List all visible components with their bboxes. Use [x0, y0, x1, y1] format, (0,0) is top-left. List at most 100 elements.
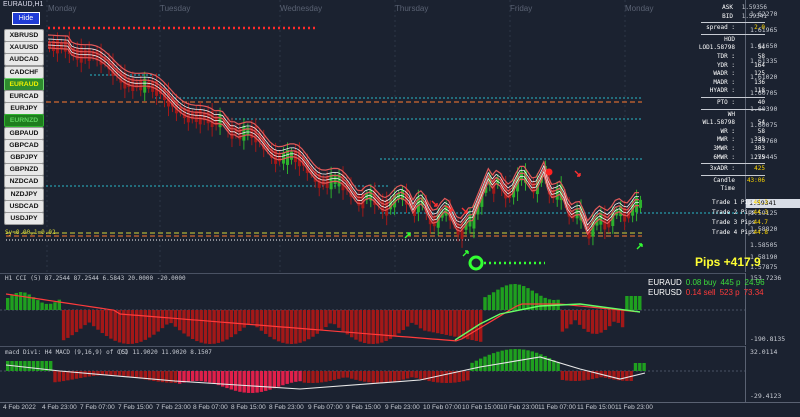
- symbol-button-gbpaud[interactable]: GBPAUD: [4, 126, 44, 140]
- symbol-button-xbrusd[interactable]: XBRUSD: [4, 29, 44, 42]
- info-key: TDR :: [716, 52, 735, 60]
- strength-pair: EURAUD: [648, 278, 682, 287]
- trade-label: Trade 2 Pips: [712, 209, 756, 216]
- macd-bar: [281, 371, 285, 386]
- symbol-button-gbpnzd[interactable]: GBPNZD: [4, 163, 44, 177]
- symbol-button-gbpjpy[interactable]: GBPJPY: [4, 151, 44, 164]
- candle-body: [151, 80, 155, 92]
- info-row-range: TDR : 58: [697, 53, 769, 62]
- symbol-button-audcad[interactable]: AUDCAD: [4, 53, 44, 67]
- candle-body: [639, 199, 643, 208]
- macd-bar: [264, 371, 268, 391]
- symbol-button-gbpcad[interactable]: GBPCAD: [4, 138, 44, 152]
- symbol-button-usdjpy[interactable]: USDJPY: [4, 212, 44, 225]
- macd-bar: [117, 371, 122, 376]
- info-key: ASK: [722, 4, 733, 11]
- macd-bar: [625, 371, 629, 381]
- cci-bar: [337, 310, 341, 328]
- info-value: 54: [757, 44, 765, 52]
- info-row-adr: 3xADR : 425: [697, 165, 769, 174]
- cci-bar: [590, 310, 595, 334]
- price-chart-pane[interactable]: [0, 0, 745, 272]
- cci-bar: [436, 310, 440, 334]
- cci-bar: [122, 310, 126, 344]
- macd-bar: [315, 371, 319, 383]
- strength-count: 445 p: [720, 278, 741, 287]
- day-label: Friday: [510, 4, 533, 13]
- ma-band-line: [47, 47, 639, 236]
- time-label: 11 Feb 07:00: [538, 404, 576, 411]
- macd-bar: [642, 363, 646, 371]
- cci-bar: [414, 310, 418, 325]
- symbol-button-nzdjpy[interactable]: NZDJPY: [4, 187, 44, 201]
- day-label: Monday: [48, 4, 77, 13]
- trade-row: Trade 4 Pips 44.8: [712, 229, 768, 236]
- trade-row: Trade 2 Pips 44.3: [712, 209, 768, 216]
- info-value: 164: [754, 61, 765, 69]
- hide-button[interactable]: Hide: [12, 12, 40, 25]
- cci-bar: [539, 295, 543, 310]
- macd-bar: [410, 371, 414, 378]
- trade-value: 44.8: [753, 229, 768, 236]
- symbol-button-eurjpy[interactable]: EURJPY: [4, 102, 44, 116]
- macd-bar: [302, 371, 307, 383]
- cci-bar: [87, 310, 92, 323]
- macd-bar: [577, 371, 582, 381]
- macd-bar: [289, 371, 294, 383]
- cci-bar: [100, 310, 104, 334]
- time-label: 10 Feb 07:00: [423, 404, 462, 411]
- time-label: 10 Feb 23:00: [500, 404, 539, 411]
- cci-bar: [560, 310, 565, 332]
- info-key: WADR :: [713, 70, 735, 78]
- cci-bar: [152, 310, 156, 335]
- trade-label: Trade 1 Pips: [712, 199, 756, 206]
- macd-bar: [135, 371, 139, 378]
- trade-value: 44.3: [753, 199, 768, 206]
- macd-bar: [358, 371, 362, 381]
- symbol-button-euraud[interactable]: EURAUD: [4, 77, 44, 91]
- macd-bar: [324, 371, 328, 382]
- cci-bar: [358, 310, 362, 342]
- day-label: Tuesday: [160, 4, 191, 13]
- macd-bar: [401, 371, 405, 380]
- macd-bar: [272, 371, 276, 389]
- macd-bar: [569, 371, 573, 381]
- trade-label: Trade 4 Pips: [712, 229, 756, 236]
- cci-bar: [195, 310, 199, 342]
- macd-bar: [509, 349, 513, 371]
- symbol-button-eurcad[interactable]: EURCAD: [4, 90, 44, 103]
- info-row-week: WH: [697, 111, 769, 120]
- cci-bar: [109, 310, 113, 339]
- candle-body: [147, 81, 151, 89]
- symbol-button-eurnzd[interactable]: EURNZD: [4, 114, 44, 128]
- cci-bar: [276, 310, 281, 342]
- cci-bar: [616, 310, 620, 323]
- cci-bar: [324, 310, 328, 328]
- symbol-button-usdcad[interactable]: USDCAD: [4, 199, 44, 213]
- macd-bar: [328, 371, 332, 381]
- cci-bar: [307, 310, 311, 340]
- candlestick-chart[interactable]: [0, 0, 745, 272]
- time-label: 11 Feb 15:00: [577, 404, 615, 411]
- cci-bar: [509, 284, 513, 310]
- macd-bar: [307, 371, 311, 383]
- symbol-button-xauusd[interactable]: XAUUSD: [4, 41, 44, 55]
- info-key: YDR :: [716, 61, 735, 69]
- candle-body: [321, 178, 325, 186]
- symbol-button-cadchf[interactable]: CADCHF: [4, 65, 44, 79]
- macd-bar: [298, 371, 302, 382]
- cci-bar: [491, 292, 496, 310]
- cci-bar: [453, 310, 457, 337]
- cci-bar: [302, 310, 307, 342]
- cci-bar: [526, 288, 530, 310]
- info-key: MADR :: [713, 78, 735, 86]
- info-row-range: YDR : 164: [697, 62, 769, 71]
- sell-arrow: [574, 170, 581, 177]
- info-value: 136: [754, 78, 765, 86]
- symbol-button-nzdcad[interactable]: NZDCAD: [4, 175, 44, 189]
- cci-bar: [608, 310, 612, 327]
- macd-bar: [474, 360, 479, 371]
- day-label: Monday: [625, 4, 654, 13]
- cci-indicator-pane[interactable]: [0, 273, 745, 346]
- info-value: 40: [757, 98, 765, 106]
